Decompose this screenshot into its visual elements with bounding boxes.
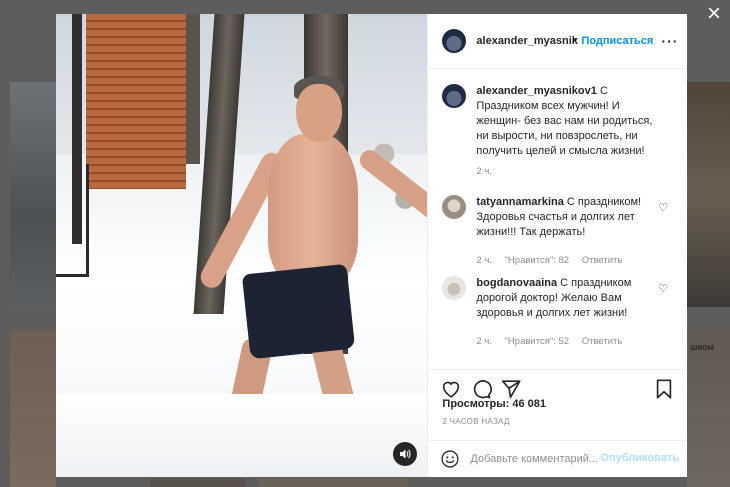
comment-item: bogdanovaaina С праздником дорогой докто… [442,276,674,356]
avatar[interactable] [442,195,467,219]
video-frame-person [268,134,358,284]
comment-username[interactable]: bogdanovaaina [476,277,557,289]
post-actions-bar [428,369,688,418]
views-label: Просмотры: [442,398,510,410]
feed-thumbnail[interactable] [687,330,730,487]
post-modal: alexander_myasnik • Подписаться ··· alex… [56,14,688,478]
follow-button[interactable]: Подписаться [581,35,653,47]
views-value: 46 081 [512,398,547,410]
bookmark-icon[interactable] [653,378,675,400]
comment-item: tatyannamarkina С праздником! Здоровья с… [442,195,674,275]
comment-time: 2 ч. [476,336,492,347]
like-heart-icon[interactable] [440,378,462,400]
comment-time: 2 ч. [476,255,492,266]
comment-username[interactable]: tatyannamarkina [476,196,563,208]
emoji-icon[interactable] [440,449,460,469]
post-side-panel: alexander_myasnik • Подписаться ··· alex… [427,14,688,478]
comments-list[interactable]: alexander_myasnikov1 С Праздником всех м… [428,69,687,369]
video-player[interactable] [56,14,428,477]
like-comment-icon[interactable]: ♡ [658,282,668,295]
reply-button[interactable]: Ответить [582,255,623,266]
post-timestamp[interactable]: 2 ЧАСОВ НАЗАД [442,417,509,426]
feed-thumbnail[interactable] [10,330,56,487]
feed-thumbnail[interactable] [10,82,56,307]
feed-thumbnail[interactable] [258,478,408,487]
caption: alexander_myasnikov1 С Праздником всех м… [442,84,674,194]
reply-button[interactable]: Ответить [582,336,623,347]
post-header: alexander_myasnik • Подписаться ··· [428,14,688,69]
avatar[interactable] [442,29,467,53]
feed-thumbnail[interactable] [150,478,245,487]
close-icon[interactable]: × [707,2,721,26]
post-comment-button[interactable]: Опубликовать [600,452,679,464]
comment-likes-count[interactable]: "Нравится": 82 [505,255,570,266]
separator-dot: • [573,34,578,46]
share-icon[interactable] [500,378,522,400]
add-comment-bar: Опубликовать [428,440,688,478]
feed-thumbnail[interactable] [687,82,730,307]
caption-time: 2 ч. [476,166,492,177]
comment-likes-count[interactable]: "Нравится": 52 [505,336,570,347]
views-count[interactable]: Просмотры: 46 081 [442,398,546,410]
like-comment-icon[interactable]: ♡ [658,201,668,214]
more-options-icon[interactable]: ··· [661,33,678,49]
avatar[interactable] [442,84,467,108]
speaker-icon [400,449,411,459]
comment-input[interactable] [470,450,601,468]
caption-username[interactable]: alexander_myasnikov1 [476,85,596,97]
feed-thumbnail-label: шком [690,342,714,352]
video-frame-fence [86,14,186,189]
author-username[interactable]: alexander_myasnik [476,35,578,47]
avatar[interactable] [442,276,467,300]
comment-icon[interactable] [470,378,493,400]
audio-toggle-button[interactable] [393,442,417,466]
